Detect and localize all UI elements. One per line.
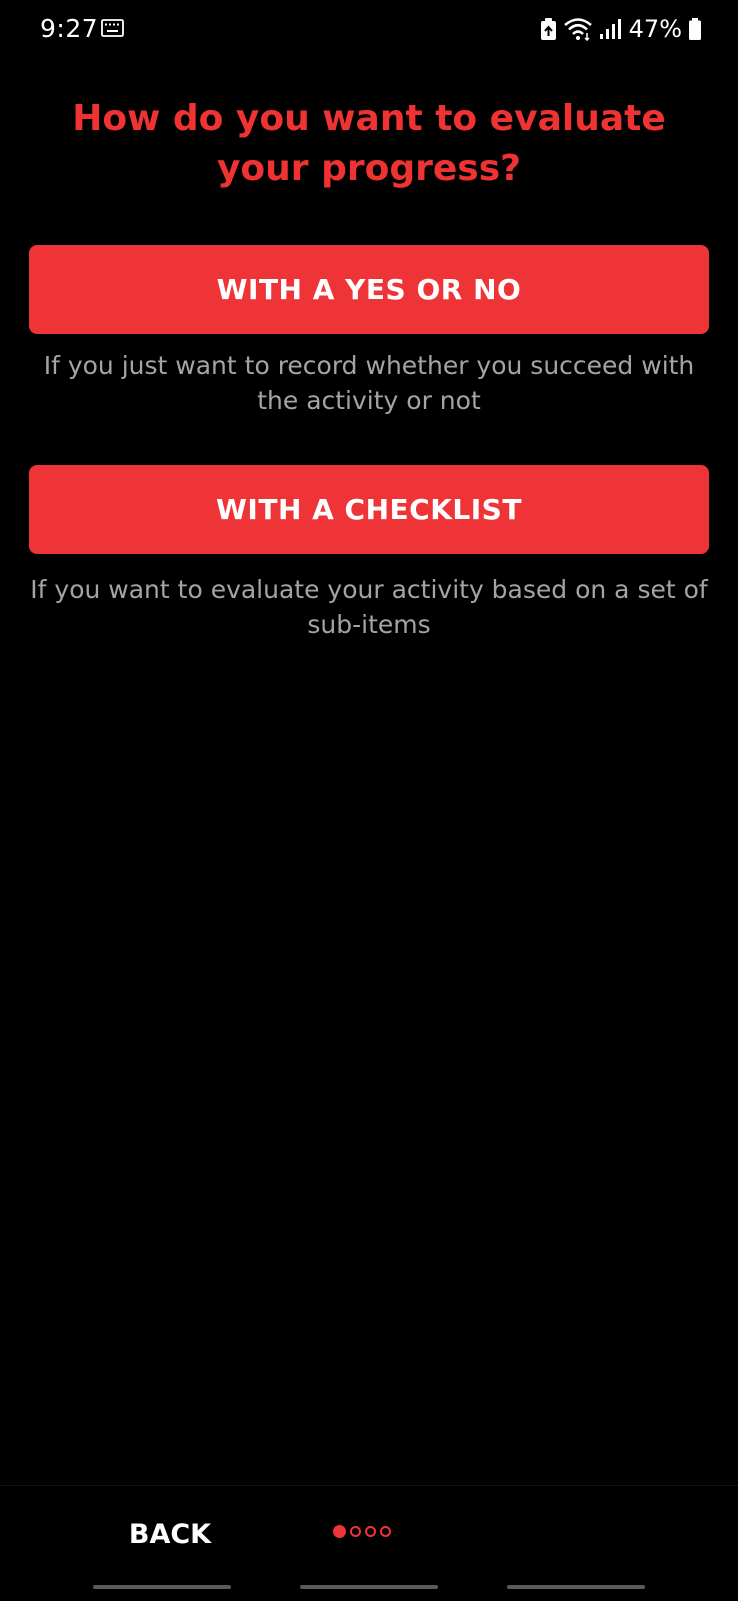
battery-saver-icon [540,18,556,40]
status-bar: 9:27 47% [0,0,738,60]
battery-icon [689,18,701,40]
status-icons: 47% [540,14,702,44]
system-nav-handle-center[interactable] [300,1585,438,1589]
page-dot [380,1526,391,1537]
system-nav-handle-left[interactable] [93,1585,231,1589]
yes-or-no-button-label: WITH A YES OR NO [216,273,522,306]
bottom-navigation: BACK [0,1485,738,1601]
status-time: 9:27 [40,14,99,43]
checklist-description: If you want to evaluate your activity ba… [30,575,708,639]
page-dot [365,1526,376,1537]
yes-or-no-description: If you just want to record whether you s… [43,351,695,415]
battery-percent: 47% [628,15,682,43]
keyboard-icon [101,19,124,37]
page-dot-active [333,1525,346,1538]
checklist-button[interactable]: WITH A CHECKLIST [29,465,709,554]
page-indicator [333,1525,391,1538]
wifi-icon [563,18,592,41]
back-button[interactable]: BACK [120,1512,220,1556]
checklist-button-label: WITH A CHECKLIST [216,493,522,526]
system-nav-handle-right[interactable] [507,1585,645,1589]
page-title: How do you want to evaluate your progres… [72,98,666,189]
signal-icon [599,19,621,39]
page-dot [350,1526,361,1537]
yes-or-no-button[interactable]: WITH A YES OR NO [29,245,709,334]
